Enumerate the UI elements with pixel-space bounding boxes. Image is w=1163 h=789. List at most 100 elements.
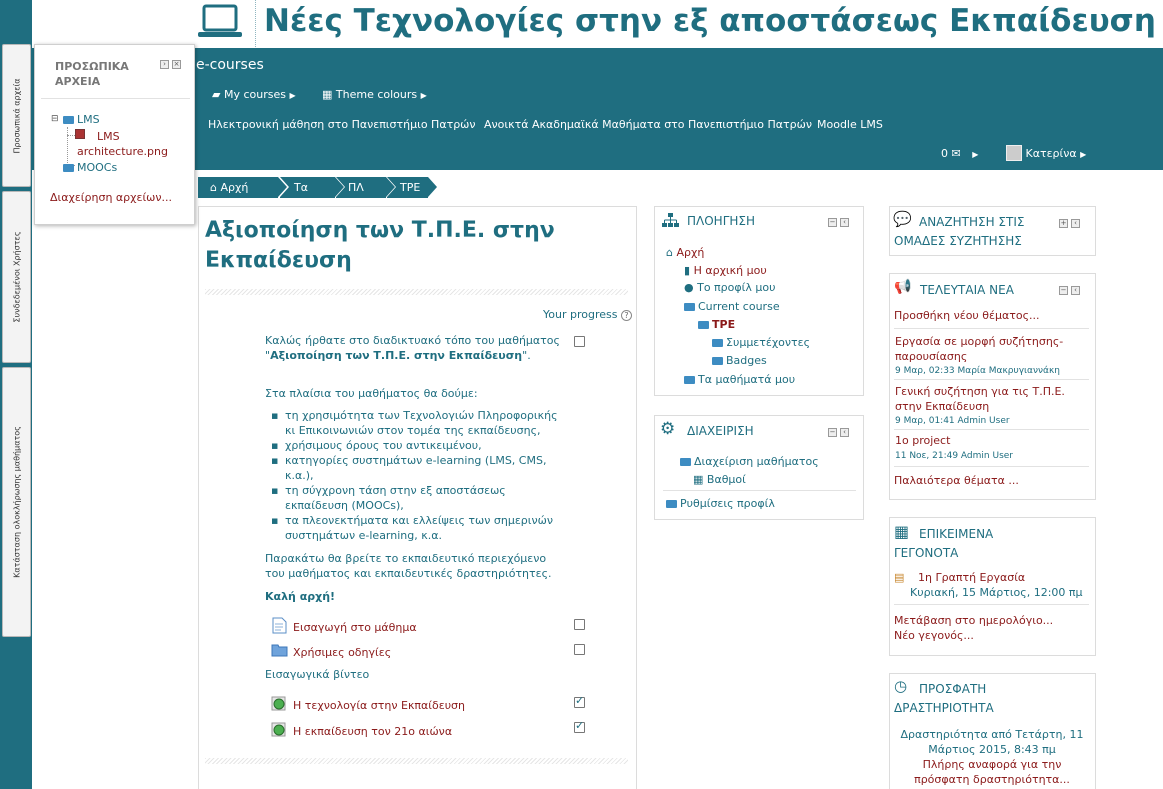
add-topic-link[interactable]: Προσθήκη νέου θέματος... [894, 309, 1040, 322]
bullet-icon: ▪ [271, 439, 279, 452]
block-title: ΤΕΛΕΥΤΑΙΑ ΝΕΑ [920, 283, 1014, 297]
my-courses-label: My courses [223, 88, 286, 101]
completion-checkbox[interactable] [574, 336, 585, 347]
tree-folder-lms[interactable]: LMS [63, 113, 100, 126]
block-title: ΕΠΙΚΕΙΜΕΝΑ ΓΕΓΟΝΟΤΑ [894, 527, 994, 560]
event-icon: ▤ [894, 571, 905, 584]
nav-item-my-home[interactable]: ▮ Η αρχική μου [684, 264, 767, 277]
folder-icon [712, 357, 723, 365]
caret-right-icon: ▶ [420, 91, 427, 100]
user-name: Κατερίνα [1025, 147, 1077, 160]
messages-menu[interactable]: 0 ✉ ▶ [941, 147, 978, 160]
video-link[interactable]: Η τεχνολογία στην Εκπαίδευση [293, 699, 465, 712]
nav-link-open-courses[interactable]: Ανοικτά Ακαδημαϊκά Μαθήματα στο Πανεπιστ… [484, 118, 812, 131]
tree-folder-moocs[interactable]: MOOCs [63, 161, 117, 174]
folder-label: LMS [77, 113, 100, 126]
my-courses-menu[interactable]: ▰ My courses ▶ [212, 88, 296, 101]
tree-file-architecture[interactable]: LMS architecture.png [77, 129, 187, 159]
completion-checkbox[interactable] [574, 619, 585, 630]
sitemap-icon [662, 213, 679, 231]
nav-link-moodle[interactable]: Moodle LMS [817, 118, 883, 131]
collapse-icon[interactable]: − [828, 218, 837, 227]
home-icon: ⌂ [210, 181, 217, 194]
page-icon: ▮ [684, 264, 691, 277]
brand-link[interactable]: e-courses [196, 57, 264, 73]
divider [894, 328, 1089, 329]
nav-item-home[interactable]: ⌂ Αρχή [666, 246, 704, 259]
full-report-link[interactable]: Πλήρης αναφορά για την πρόσφατη δραστηρι… [897, 757, 1087, 787]
theme-colours-menu[interactable]: ▦ Theme colours ▶ [322, 88, 427, 101]
nav-item-badges[interactable]: Badges [712, 354, 767, 367]
event-title[interactable]: 1η Γραπτή Εργασία [918, 571, 1025, 584]
close-icon[interactable]: × [172, 60, 181, 69]
section-divider [205, 758, 628, 764]
nav-label: TPE [712, 318, 736, 331]
activity-link[interactable]: Χρήσιμες οδηγίες [293, 646, 391, 659]
video-link[interactable]: Η εκπαίδευση τον 21ο αιώνα [293, 725, 452, 738]
completion-checkbox-checked[interactable] [574, 694, 585, 708]
completion-checkbox-checked[interactable] [574, 719, 585, 733]
dock-tab-online-users[interactable]: Συνδεδεμένοι Χρήστες [2, 191, 31, 363]
folder-open-icon [680, 458, 691, 466]
user-menu[interactable]: Κατερίνα ▶ [1006, 145, 1086, 161]
table-icon: ▦ [693, 473, 704, 486]
breadcrumb-item[interactable]: Τα [280, 177, 344, 198]
laptop-icon [198, 4, 242, 37]
nav-label: Αρχή [676, 246, 705, 259]
completion-checkbox[interactable] [574, 644, 585, 655]
dock-icon[interactable]: ‹ [1071, 286, 1080, 295]
page-icon [272, 617, 287, 637]
navbar: e-courses ▰ My courses ▶ ▦ Theme colours… [32, 48, 1163, 170]
nav-item-current-course[interactable]: Current course [684, 300, 780, 313]
topic-text: κατηγορίες συστημάτων e-learning (LMS, C… [285, 454, 547, 482]
course-title: Αξιοποίηση των Τ.Π.Ε. στην Εκπαίδευση [205, 218, 555, 273]
admin-course-management[interactable]: Διαχείριση μαθήματος [680, 455, 819, 468]
nav-label: Η αρχική μου [693, 264, 767, 277]
help-icon[interactable]: ? [620, 310, 632, 321]
breadcrumb-home[interactable]: ⌂ Αρχή [198, 177, 287, 198]
nav-item-participants[interactable]: Συμμετέχοντες [712, 336, 810, 349]
manage-files-link[interactable]: Διαχείρηση αρχείων... [50, 191, 172, 204]
dock-icon[interactable]: ‹ [1071, 219, 1080, 228]
dock-icon[interactable]: ‹ [840, 218, 849, 227]
url-icon [271, 722, 287, 741]
tree-collapse-icon[interactable]: ⊟ [51, 114, 59, 124]
intro-text-end: ". [522, 349, 531, 362]
caret-right-icon: ▶ [289, 91, 296, 100]
caret-right-icon: ▶ [972, 150, 979, 159]
older-topics-link[interactable]: Παλαιότερα θέματα ... [894, 474, 1019, 487]
theme-colours-label: Theme colours [335, 88, 418, 101]
divider [894, 379, 1089, 380]
dock-tab-private-files[interactable]: Προσωπικά αρχεία [2, 44, 31, 187]
breadcrumb-label: Τα [294, 181, 308, 194]
nav-item-tpe[interactable]: TPE [698, 318, 735, 331]
collapse-icon[interactable]: − [1059, 286, 1068, 295]
gears-icon: ⚙ [660, 419, 676, 439]
grid-icon: ▦ [322, 88, 333, 101]
header-divider [255, 0, 256, 47]
divider [663, 490, 856, 491]
news-item-meta: 11 Νοε, 21:49 Admin User [895, 451, 1013, 461]
collapse-icon[interactable]: − [828, 428, 837, 437]
nav-item-profile[interactable]: ● Το προφίλ μου [684, 281, 775, 294]
activity-link[interactable]: Εισαγωγή στο μάθημα [293, 621, 417, 634]
admin-label: Βαθμοί [706, 473, 746, 486]
go-to-calendar-link[interactable]: Μετάβαση στο ημερολόγιο... [894, 614, 1053, 627]
dock-tab-completion-status[interactable]: Κατάσταση ολοκλήρωσης μαθήματος [2, 367, 31, 637]
intro-bold: Αξιοποίηση των Τ.Π.Ε. στην Εκπαίδευση [270, 349, 523, 362]
news-item-title[interactable]: Γενική συζήτηση για τις Τ.Π.Ε. στην Εκπα… [895, 384, 1085, 414]
collapse-icon[interactable]: + [1059, 219, 1068, 228]
nav-link-elearning[interactable]: Ηλεκτρονική μάθηση στο Πανεπιστήμιο Πατρ… [208, 118, 476, 131]
news-item-title[interactable]: 1o project [895, 434, 950, 447]
admin-grades[interactable]: ▦ Βαθμοί [693, 473, 746, 486]
undock-icon[interactable]: › [160, 60, 169, 69]
news-item-meta: 9 Μαρ, 01:41 Admin User [895, 416, 1010, 426]
dock-tab-label: Συνδεδεμένοι Χρήστες [12, 231, 21, 323]
nav-item-my-courses[interactable]: Τα μαθήματά μου [684, 373, 795, 386]
dock-icon[interactable]: ‹ [840, 428, 849, 437]
new-event-link[interactable]: Νέο γεγονός... [894, 629, 974, 642]
news-item-title[interactable]: Εργασία σε μορφή συζήτησης-παρουσίασης [895, 334, 1085, 364]
nav-label: Συμμετέχοντες [726, 336, 811, 349]
bullet-icon: ▪ [271, 409, 279, 422]
admin-profile-settings[interactable]: Ρυθμίσεις προφίλ [666, 497, 775, 510]
